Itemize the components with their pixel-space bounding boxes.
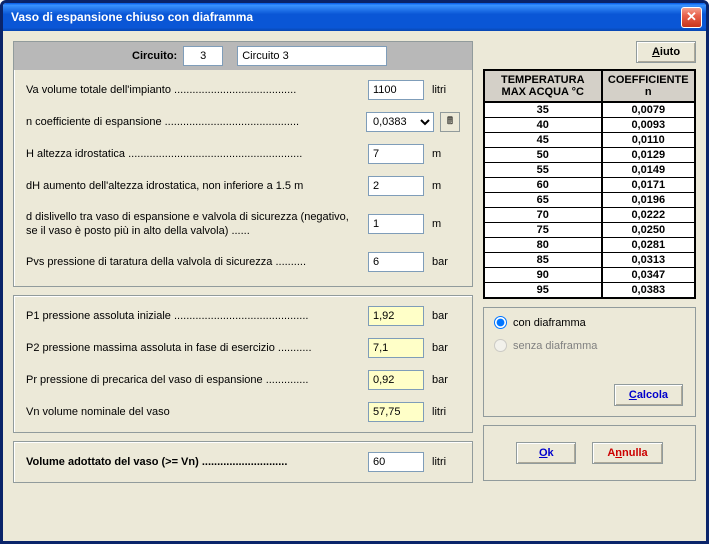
table-row[interactable]: 400,0093 [484, 118, 695, 133]
field-n: n coefficiente di espansione ...........… [26, 112, 460, 132]
p1-output [368, 306, 424, 326]
table-row[interactable]: 650,0196 [484, 193, 695, 208]
coefficient-table: TEMPERATURA MAX ACQUA °C COEFFICIENTE n … [483, 69, 696, 299]
dialog-window: Vaso di espansione chiuso con diaframma … [0, 0, 709, 544]
table-row[interactable]: 900,0347 [484, 268, 695, 283]
vn-output [368, 402, 424, 422]
field-p2: P2 pressione massima assoluta in fase di… [26, 338, 460, 358]
table-row[interactable]: 550,0149 [484, 163, 695, 178]
radio-without-diaphragm: senza diaframma [494, 339, 685, 352]
field-va: Va volume totale dell'impianto .........… [26, 80, 460, 100]
table-row[interactable]: 600,0171 [484, 178, 695, 193]
table-row[interactable]: 350,0079 [484, 102, 695, 118]
va-input[interactable] [368, 80, 424, 100]
circuit-name-input[interactable] [237, 46, 387, 66]
table-row[interactable]: 950,0383 [484, 283, 695, 299]
circuit-number-input[interactable] [183, 46, 223, 66]
d-input[interactable] [368, 214, 424, 234]
outputs-panel: P1 pressione assoluta iniziale .........… [13, 295, 473, 433]
options-panel: con diaframma senza diaframma Calcola [483, 307, 696, 417]
table-row[interactable]: 700,0222 [484, 208, 695, 223]
table-header-temp: TEMPERATURA MAX ACQUA °C [484, 70, 602, 102]
circuit-label: Circuito: [132, 50, 177, 62]
inputs-panel: Circuito: Va volume totale dell'impianto… [13, 41, 473, 287]
pr-output [368, 370, 424, 390]
action-panel: Ok Annulla [483, 425, 696, 481]
window-title: Vaso di espansione chiuso con diaframma [11, 10, 681, 24]
n-select[interactable]: 0,0383 [366, 112, 434, 132]
field-vn: Vn volume nominale del vaso litri [26, 402, 460, 422]
field-pr: Pr pressione di precarica del vaso di es… [26, 370, 460, 390]
field-dh: dH aumento dell'altezza idrostatica, non… [26, 176, 460, 196]
help-button[interactable]: Aiuto [636, 41, 696, 63]
final-volume-input[interactable] [368, 452, 424, 472]
table-row[interactable]: 500,0129 [484, 148, 695, 163]
field-d: d dislivello tra vaso di espansione e va… [26, 208, 460, 240]
p2-output [368, 338, 424, 358]
calculator-icon[interactable]: 🖩 [440, 112, 460, 132]
table-row[interactable]: 450,0110 [484, 133, 695, 148]
cancel-button[interactable]: Annulla [592, 442, 662, 464]
radio-without-input [494, 339, 507, 352]
close-icon: ✕ [686, 9, 697, 25]
dh-input[interactable] [368, 176, 424, 196]
titlebar: Vaso di espansione chiuso con diaframma … [3, 3, 706, 31]
field-pvs: Pvs pressione di taratura della valvola … [26, 252, 460, 272]
radio-with-diaphragm[interactable]: con diaframma [494, 316, 685, 329]
table-row[interactable]: 800,0281 [484, 238, 695, 253]
circuit-header: Circuito: [14, 42, 472, 70]
final-label: Volume adottato del vaso (>= Vn) .......… [26, 456, 368, 468]
table-row[interactable]: 850,0313 [484, 253, 695, 268]
field-h: H altezza idrostatica ..................… [26, 144, 460, 164]
pvs-input[interactable] [368, 252, 424, 272]
table-row[interactable]: 750,0250 [484, 223, 695, 238]
final-panel: Volume adottato del vaso (>= Vn) .......… [13, 441, 473, 483]
ok-button[interactable]: Ok [516, 442, 576, 464]
field-p1: P1 pressione assoluta iniziale .........… [26, 306, 460, 326]
table-header-coef: COEFFICIENTE n [602, 70, 695, 102]
close-button[interactable]: ✕ [681, 7, 702, 28]
radio-with-input[interactable] [494, 316, 507, 329]
h-input[interactable] [368, 144, 424, 164]
calculate-button[interactable]: Calcola [614, 384, 683, 406]
